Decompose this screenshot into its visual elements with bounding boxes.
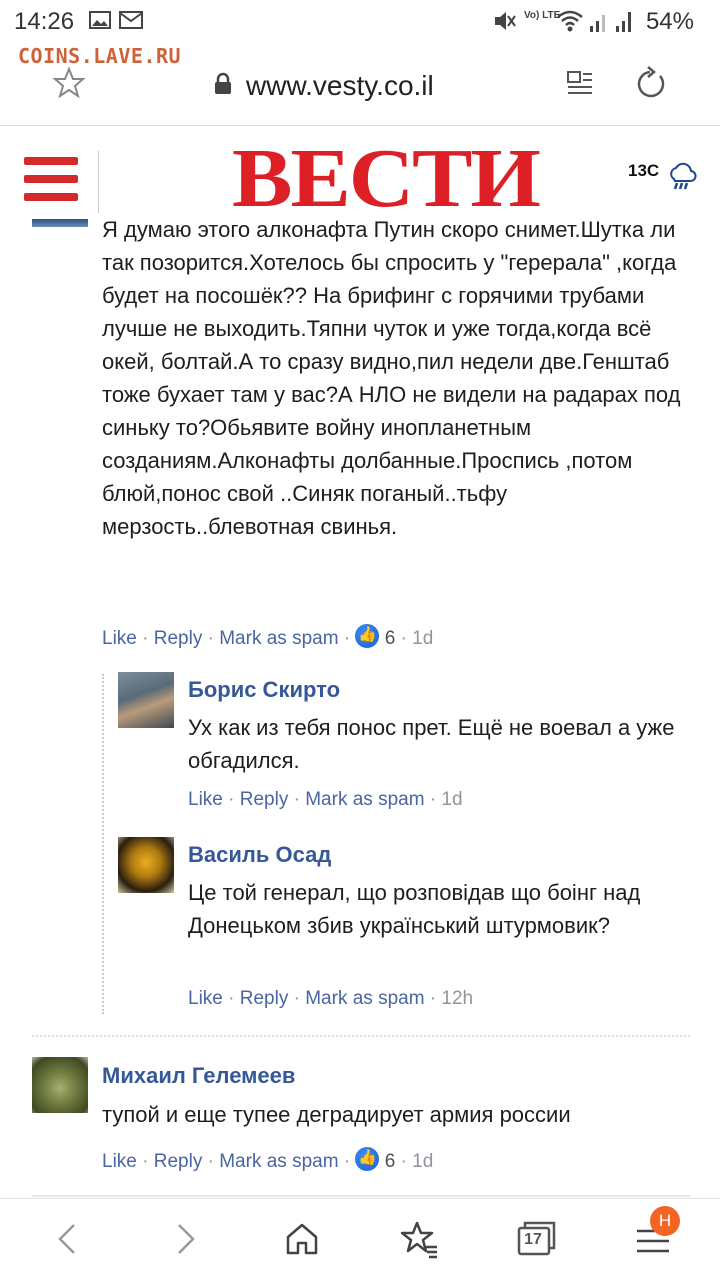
comment-actions: Like · Reply · Mark as spam · 6 · 1d xyxy=(102,1147,433,1173)
wifi-icon xyxy=(556,8,584,39)
comment-actions: Like · Reply · Mark as spam · 12h xyxy=(188,988,474,1009)
like-link[interactable]: Like xyxy=(102,1151,137,1172)
weather-temperature: 13C xyxy=(628,161,660,180)
url-field[interactable]: www.vesty.co.il xyxy=(246,70,434,102)
signal-icon xyxy=(614,8,636,39)
comment-time: 1d xyxy=(412,1151,434,1172)
menu-hamburger-icon[interactable] xyxy=(24,157,78,205)
mark-spam-link[interactable]: Mark as spam xyxy=(219,1151,338,1172)
status-bar: 14:26 Vo) LTE 54% xyxy=(0,0,720,44)
reader-mode-icon[interactable] xyxy=(564,68,596,105)
reload-icon[interactable] xyxy=(632,66,668,107)
header-divider xyxy=(98,151,99,213)
browser-bottom-nav: 17 xyxy=(0,1198,720,1280)
mute-icon xyxy=(492,8,516,39)
comment-actions: Like · Reply · Mark as spam · 1d xyxy=(188,789,463,810)
menu-notification-badge: H xyxy=(650,1206,680,1236)
comment-text: тупой и еще тупее деградирует армия росс… xyxy=(102,1102,571,1127)
comment-divider xyxy=(32,1035,690,1037)
bookmark-star-icon[interactable] xyxy=(52,66,86,105)
mark-spam-link[interactable]: Mark as spam xyxy=(219,628,338,649)
like-count: 6 xyxy=(384,628,396,649)
bookmarks-star-icon[interactable] xyxy=(399,1219,439,1259)
reply-link[interactable]: Reply xyxy=(154,1151,203,1172)
like-link[interactable]: Like xyxy=(188,789,223,810)
like-thumb-icon xyxy=(355,1147,380,1171)
site-logo[interactable]: ВЕСТИ xyxy=(232,137,541,221)
gallery-icon xyxy=(88,8,112,37)
battery-percent: 54% xyxy=(645,8,694,35)
reply-thread-line xyxy=(102,674,104,1014)
mail-icon xyxy=(118,8,144,37)
tabs-count: 17 xyxy=(524,1231,542,1248)
comment-author[interactable]: Василь Осад xyxy=(188,842,331,868)
mark-spam-link[interactable]: Mark as spam xyxy=(305,988,424,1009)
comment-time: 1d xyxy=(441,789,463,810)
url-bar: www.vesty.co.il xyxy=(0,44,720,126)
comment-text: Я думаю этого алконафта Путин скоро сним… xyxy=(102,217,681,539)
avatar xyxy=(32,219,88,227)
site-header: ВЕСТИ 13C xyxy=(0,127,720,221)
comment-author[interactable]: Михаил Гелемеев xyxy=(102,1063,295,1089)
reply-link[interactable]: Reply xyxy=(154,628,203,649)
tabs-icon[interactable]: 17 xyxy=(516,1219,556,1259)
reply-link[interactable]: Reply xyxy=(240,988,289,1009)
rain-cloud-icon xyxy=(666,161,698,198)
comment-time: 1d xyxy=(412,628,434,649)
lock-icon xyxy=(213,72,233,101)
back-arrow-icon[interactable] xyxy=(48,1219,88,1259)
forward-arrow-icon[interactable] xyxy=(165,1219,205,1259)
comment-divider xyxy=(32,1195,690,1197)
like-count: 6 xyxy=(384,1151,396,1172)
comment-author[interactable]: Борис Скирто xyxy=(188,677,340,703)
signal-icon xyxy=(588,8,610,39)
mark-spam-link[interactable]: Mark as spam xyxy=(305,789,424,810)
volte-icon: Vo) LTE xyxy=(524,10,561,21)
like-thumb-icon xyxy=(355,624,380,648)
comment-actions: Like · Reply · Mark as spam · 6 · 1d xyxy=(102,624,433,650)
comment-time: 12h xyxy=(441,988,474,1009)
avatar[interactable] xyxy=(32,1057,88,1113)
comment-text: Це той генерал, що розповідав що боінг н… xyxy=(188,880,641,938)
avatar[interactable] xyxy=(118,672,174,728)
avatar[interactable] xyxy=(118,837,174,893)
like-link[interactable]: Like xyxy=(188,988,223,1009)
comment-text: Ух как из тебя понос прет. Ещё не воевал… xyxy=(188,715,675,773)
status-time: 14:26 xyxy=(14,8,75,35)
reply-link[interactable]: Reply xyxy=(240,789,289,810)
home-icon[interactable] xyxy=(282,1219,322,1259)
like-link[interactable]: Like xyxy=(102,628,137,649)
